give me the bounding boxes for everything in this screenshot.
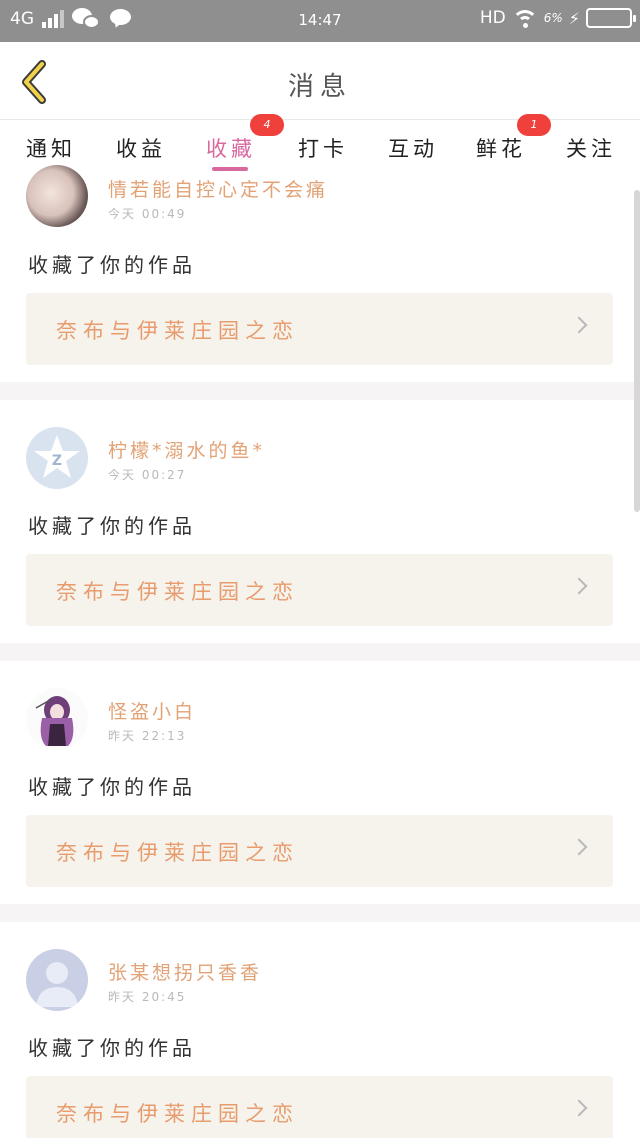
charging-icon: ⚡ xyxy=(568,8,580,28)
user-name[interactable]: 柠檬*溺水的鱼* xyxy=(108,436,265,463)
work-title: 奈布与伊莱庄园之恋 xyxy=(56,1102,299,1126)
status-right: HD 6% ⚡ xyxy=(479,8,636,28)
wifi-icon xyxy=(511,8,538,28)
scrollbar[interactable] xyxy=(634,190,640,512)
tab-flowers[interactable]: 鲜花 xyxy=(476,133,526,163)
time-label: 今天 00:27 xyxy=(108,468,187,482)
header: 消息 xyxy=(0,42,640,120)
notification-item[interactable]: 张某想拐只香香 昨天 20:45 收藏了你的作品 奈布与伊莱庄园之恋 xyxy=(0,922,640,1138)
work-link[interactable]: 奈布与伊莱庄园之恋 xyxy=(26,293,613,365)
notification-item[interactable]: 怪盗小白 昨天 22:13 收藏了你的作品 奈布与伊莱庄园之恋 xyxy=(0,661,640,904)
chevron-right-icon xyxy=(570,577,588,595)
tab-interact[interactable]: 互动 xyxy=(388,133,438,163)
work-link[interactable]: 奈布与伊莱庄园之恋 xyxy=(26,815,613,887)
default-person-icon xyxy=(36,962,78,1007)
user-name[interactable]: 怪盗小白 xyxy=(108,697,196,724)
page-title: 消息 xyxy=(287,72,352,102)
status-bar: 4G 14:47 HD 6% ⚡ xyxy=(0,0,640,42)
user-name[interactable]: 张某想拐只香香 xyxy=(108,958,262,985)
tab-favorites[interactable]: 收藏 xyxy=(206,133,256,163)
favorites-badge: 4 xyxy=(250,114,284,136)
battery-icon xyxy=(586,8,636,28)
flowers-badge: 1 xyxy=(517,114,551,136)
notification-item[interactable]: 情若能自控心定不会痛 今天 00:49 收藏了你的作品 奈布与伊莱庄园之恋 xyxy=(0,165,640,382)
action-text: 收藏了你的作品 xyxy=(28,1036,196,1060)
anime-character-icon xyxy=(35,696,74,746)
user-avatar[interactable] xyxy=(26,949,88,1011)
action-text: 收藏了你的作品 xyxy=(28,514,196,538)
user-avatar[interactable] xyxy=(26,165,88,227)
work-title: 奈布与伊莱庄园之恋 xyxy=(56,319,299,343)
work-link[interactable]: 奈布与伊莱庄园之恋 xyxy=(26,1076,613,1138)
tab-bar: 通知 收益 收藏 4 打卡 互动 鲜花 1 关注 xyxy=(0,114,640,171)
time-label: 今天 00:49 xyxy=(108,207,187,221)
tab-follow[interactable]: 关注 xyxy=(566,133,616,163)
tab-checkin[interactable]: 打卡 xyxy=(298,133,348,163)
divider xyxy=(0,643,640,661)
time-label: 昨天 20:45 xyxy=(108,990,187,1004)
chevron-right-icon xyxy=(570,1099,588,1117)
qq-star-icon: Z xyxy=(34,435,80,478)
time-label: 昨天 22:13 xyxy=(108,729,187,743)
battery-percent: 6% xyxy=(543,11,563,25)
svg-text:Z: Z xyxy=(52,453,62,469)
divider xyxy=(0,382,640,400)
action-text: 收藏了你的作品 xyxy=(28,775,196,799)
user-avatar[interactable] xyxy=(26,688,88,750)
chevron-right-icon xyxy=(570,838,588,856)
hd-label: HD xyxy=(479,8,506,28)
tab-notify[interactable]: 通知 xyxy=(26,133,76,163)
work-title: 奈布与伊莱庄园之恋 xyxy=(56,580,299,604)
tab-income[interactable]: 收益 xyxy=(116,133,166,163)
action-text: 收藏了你的作品 xyxy=(28,253,196,277)
user-avatar[interactable]: Z xyxy=(26,427,88,489)
notification-item[interactable]: Z 柠檬*溺水的鱼* 今天 00:27 收藏了你的作品 奈布与伊莱庄园之恋 xyxy=(0,400,640,643)
divider xyxy=(0,904,640,922)
work-link[interactable]: 奈布与伊莱庄园之恋 xyxy=(26,554,613,626)
user-name[interactable]: 情若能自控心定不会痛 xyxy=(108,175,328,202)
chevron-right-icon xyxy=(570,316,588,334)
work-title: 奈布与伊莱庄园之恋 xyxy=(56,841,299,865)
